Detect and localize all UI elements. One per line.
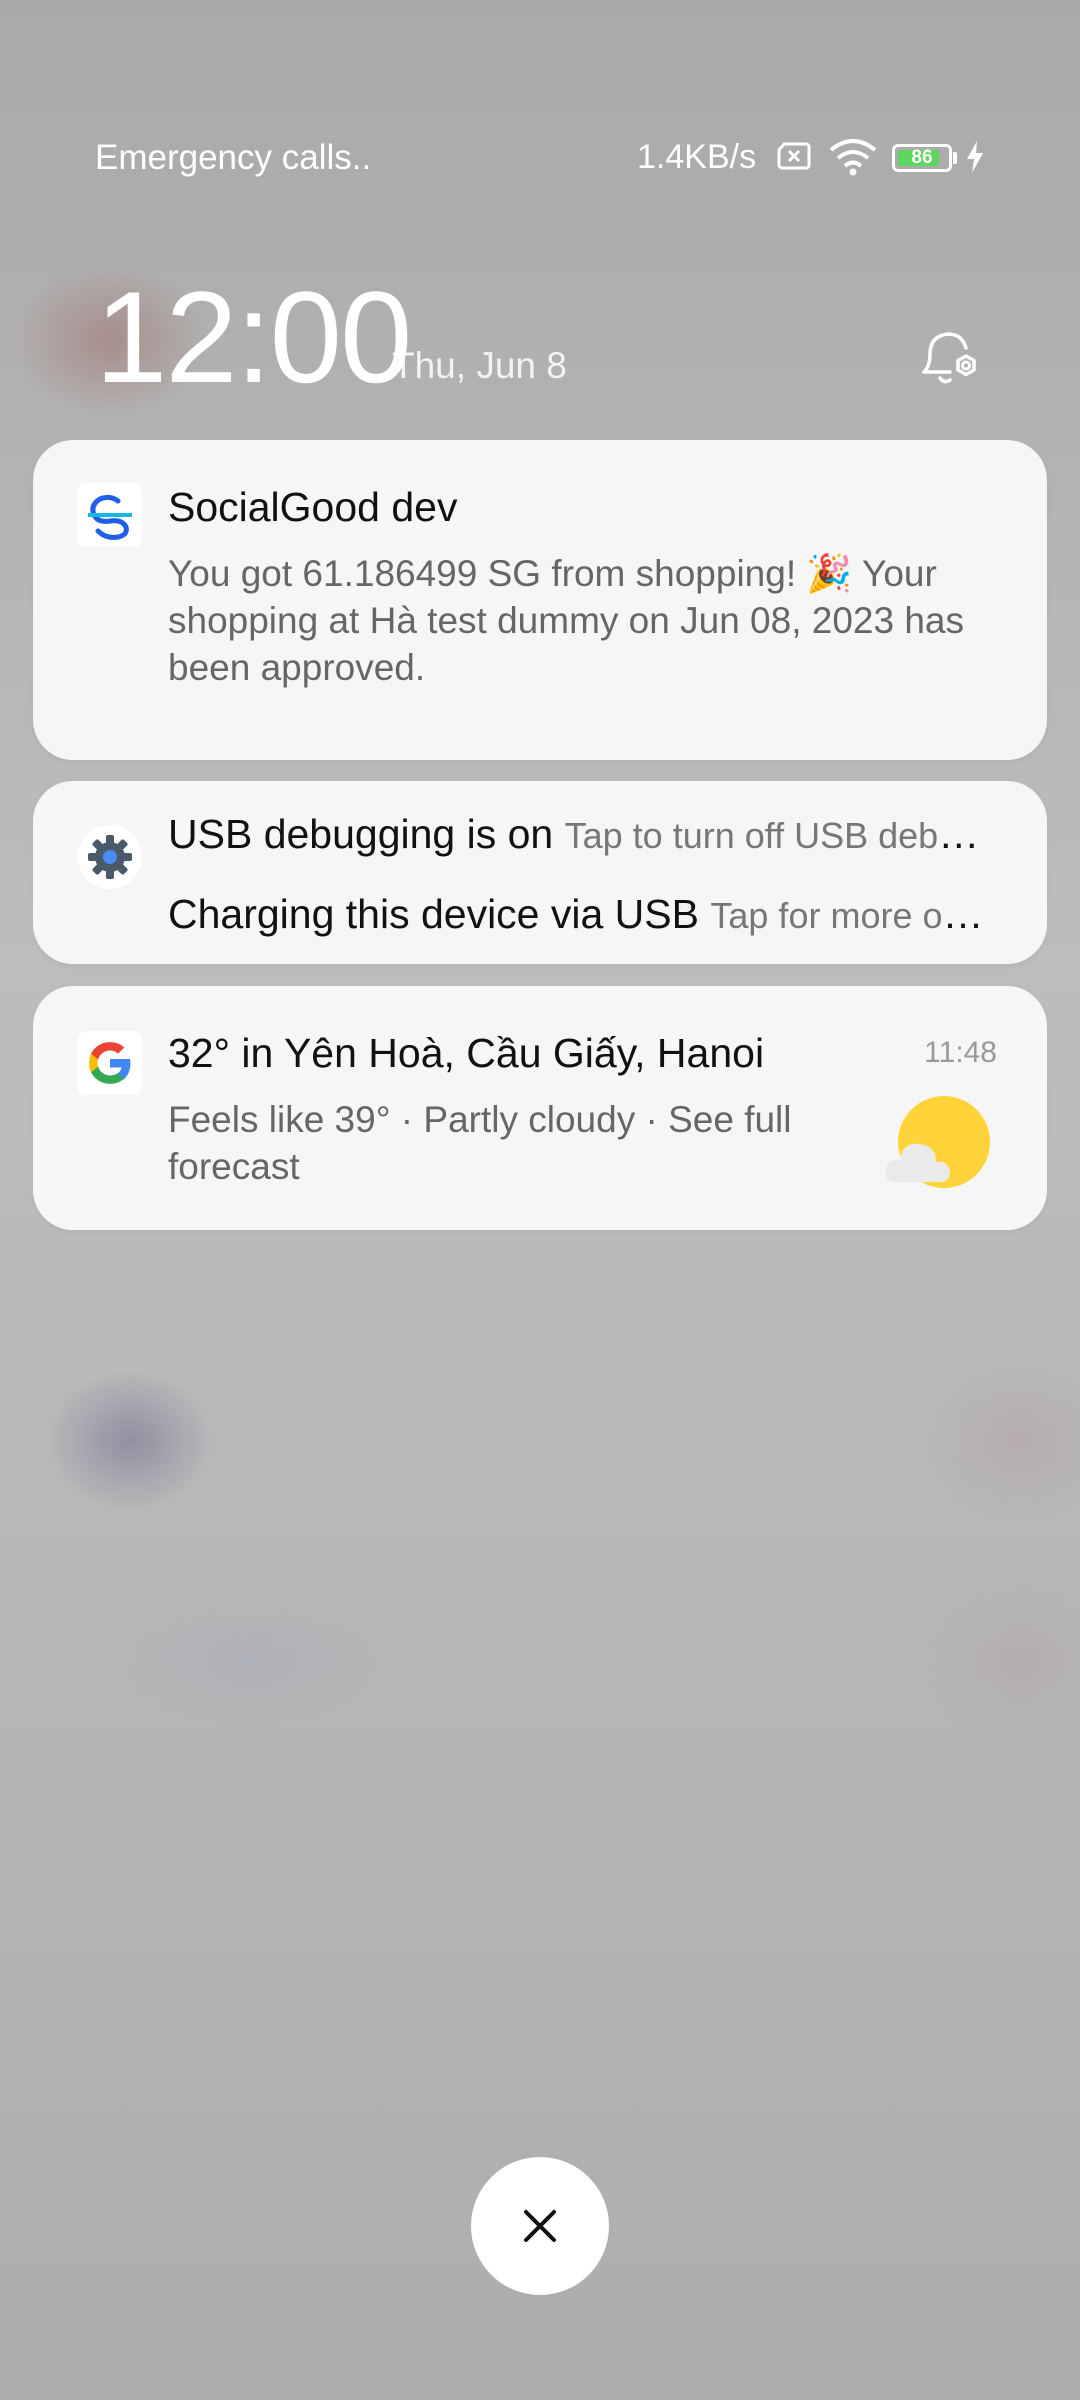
socialgood-logo-icon bbox=[78, 483, 142, 547]
battery-level: 86 bbox=[911, 147, 933, 168]
google-g-icon bbox=[78, 1031, 142, 1095]
android-system-gear-icon bbox=[78, 825, 142, 889]
notification-android-system[interactable]: USB debugging is on Tap to turn off USB … bbox=[33, 781, 1047, 964]
notification-subtitle: Tap for more options. bbox=[710, 895, 999, 936]
notification-settings-icon[interactable] bbox=[916, 322, 986, 392]
battery-tip bbox=[953, 152, 957, 164]
battery-icon: 86 bbox=[892, 144, 952, 172]
notification-socialgood[interactable]: SocialGood dev You got 61.186499 SG from… bbox=[33, 440, 1047, 760]
notification-title: Charging this device via USB bbox=[168, 891, 699, 937]
notification-body: You got 61.186499 SG from shopping! 🎉 Yo… bbox=[168, 553, 965, 688]
notification-title: SocialGood dev bbox=[168, 484, 458, 530]
clear-notifications-button[interactable] bbox=[471, 2157, 609, 2295]
wifi-icon bbox=[829, 139, 877, 176]
status-bar: Emergency calls.. 1.4KB/s 86 bbox=[0, 0, 1080, 177]
notification-subtitle: Tap to turn off USB debugging bbox=[564, 815, 999, 856]
network-speed: 1.4KB/s bbox=[637, 138, 757, 176]
lockscreen-date: Thu, Jun 8 bbox=[392, 345, 567, 386]
notification-title: USB debugging is on bbox=[168, 811, 554, 857]
notification-body: Feels like 39° · Partly cloudy · See ful… bbox=[168, 1099, 792, 1187]
notification-time: 11:48 bbox=[924, 1036, 997, 1069]
charging-bolt-icon bbox=[967, 141, 983, 173]
carrier-text: Emergency calls.. bbox=[95, 138, 372, 177]
partly-cloudy-icon bbox=[885, 1096, 990, 1188]
notification-row-usb-charging[interactable]: Charging this device via USB Tap for mor… bbox=[168, 891, 999, 938]
notification-title: 32° in Yên Hoà, Cầu Giấy, Hanoi bbox=[168, 1030, 765, 1076]
notification-row-usb-debugging[interactable]: USB debugging is on Tap to turn off USB … bbox=[168, 811, 999, 858]
lockscreen-clock: 12:00 bbox=[95, 264, 412, 410]
close-icon bbox=[524, 2210, 556, 2242]
notification-google-weather[interactable]: 32° in Yên Hoà, Cầu Giấy, Hanoi 11:48 Fe… bbox=[33, 986, 1047, 1230]
sim-absent-icon bbox=[777, 142, 811, 170]
